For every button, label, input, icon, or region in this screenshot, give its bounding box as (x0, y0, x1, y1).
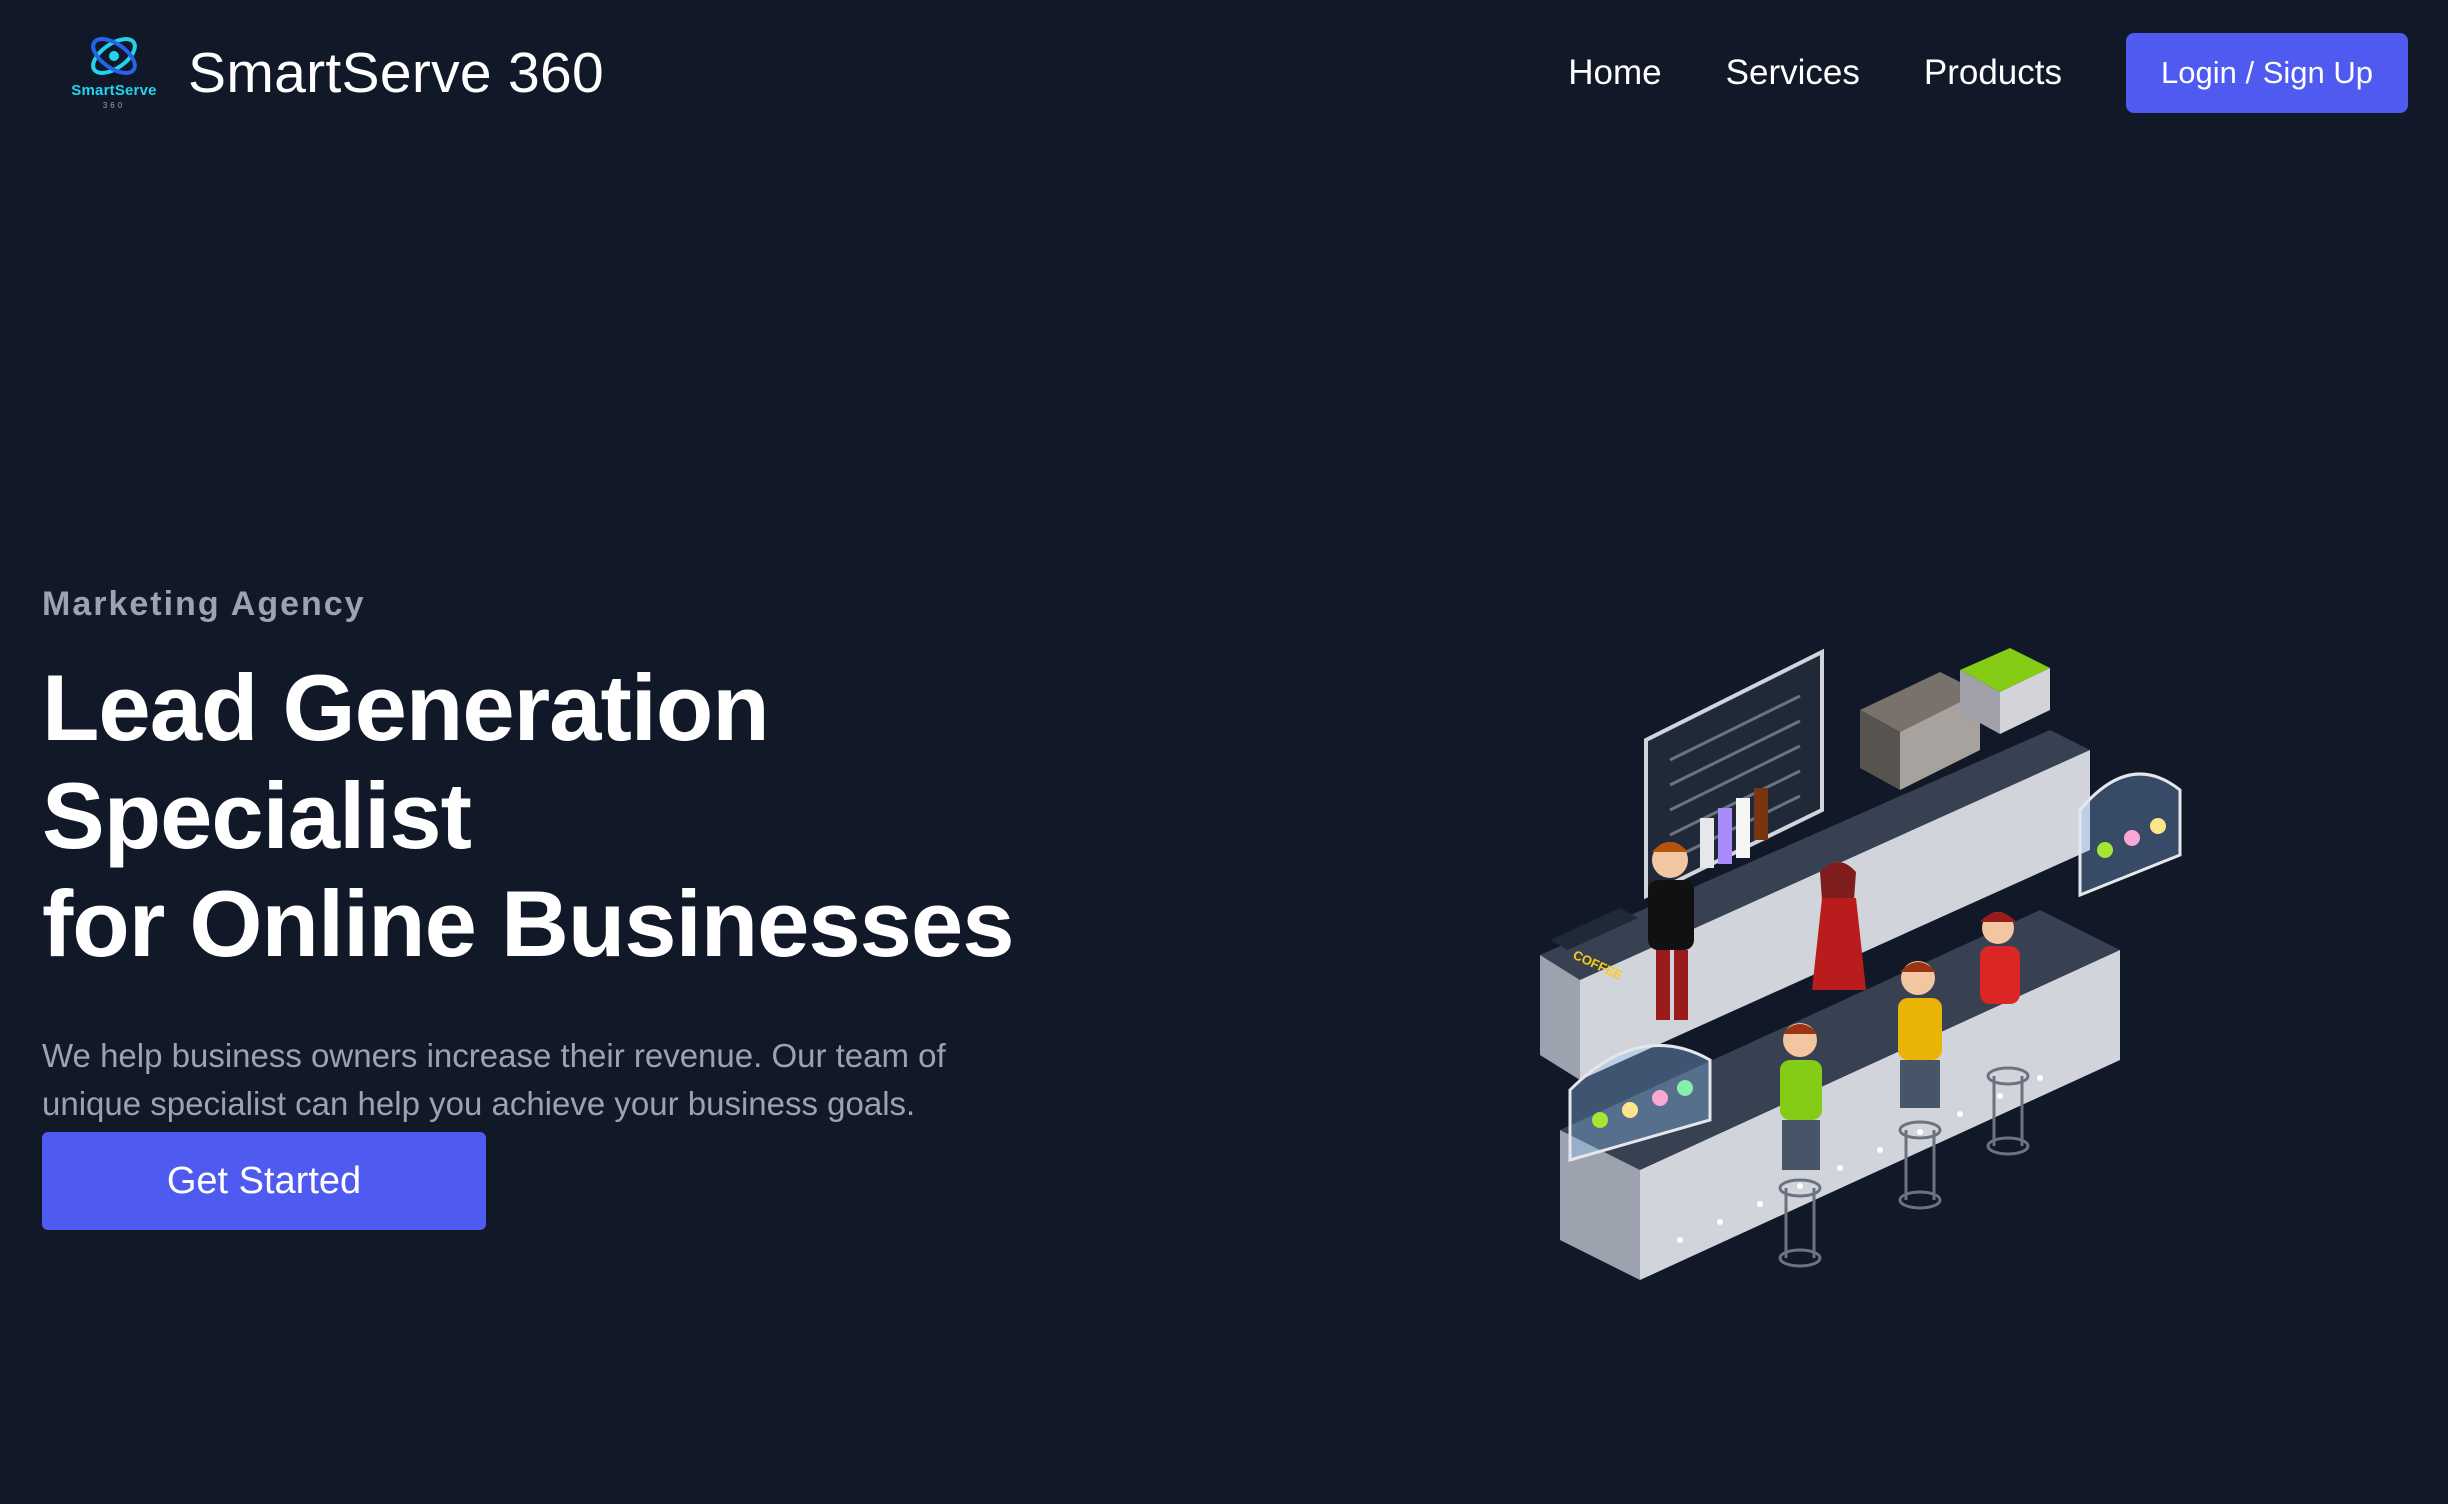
nav-services[interactable]: Services (1726, 53, 1860, 93)
coffee-shop-scene: COFFEE (1540, 648, 2182, 1280)
coffee-shop-illustration: COFFEE (1520, 640, 2240, 1360)
get-started-button[interactable]: Get Started (42, 1132, 486, 1230)
hero-headline-line1: Lead Generation Specialist (42, 655, 770, 868)
logo-text: SmartServe (71, 81, 157, 99)
hero-headline: Lead Generation Specialist for Online Bu… (42, 654, 1202, 978)
logo-subtext: 360 (102, 100, 126, 110)
logo-icon (91, 36, 137, 75)
main-nav: Home Services Products Login / Sign Up (1568, 32, 2408, 113)
brand[interactable]: SmartServe 360 SmartServe 360 (58, 28, 604, 118)
customer-figure-green (1780, 1023, 1822, 1170)
hero-eyebrow: Marketing Agency (42, 585, 366, 623)
hero-content: Marketing Agency Lead Generation Special… (42, 585, 1202, 1128)
hero-headline-line2: for Online Businesses (42, 871, 1015, 976)
nav-home[interactable]: Home (1568, 53, 1661, 93)
site-header: SmartServe 360 SmartServe 360 Home Servi… (0, 0, 2448, 145)
dessert-display-icon (2078, 772, 2182, 898)
brand-name[interactable]: SmartServe 360 (188, 40, 604, 106)
login-signup-button[interactable]: Login / Sign Up (2126, 32, 2408, 113)
landing-page: SmartServe 360 SmartServe 360 Home Servi… (0, 0, 2448, 1504)
hero-description: We help business owners increase their r… (42, 1037, 946, 1122)
nav-products[interactable]: Products (1924, 53, 2062, 93)
logo[interactable]: SmartServe 360 (58, 28, 170, 118)
